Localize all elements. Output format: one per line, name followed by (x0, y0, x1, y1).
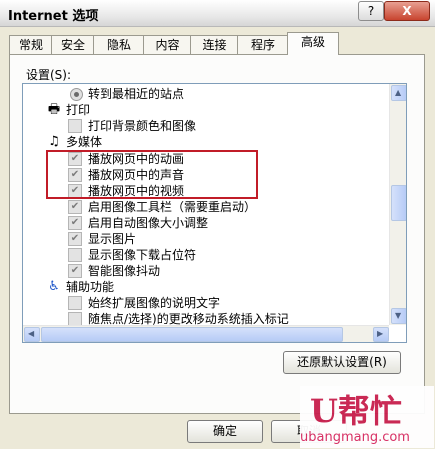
list-item-label: 启用自动图像大小调整 (88, 216, 209, 230)
chevron-up-icon: ▲ (395, 88, 402, 97)
checkbox-checked[interactable]: ✔ (68, 216, 82, 230)
radio-button[interactable] (70, 88, 83, 101)
close-button[interactable]: X (384, 1, 430, 21)
list-item-label: 打印背景颜色和图像 (88, 119, 197, 133)
chevron-left-icon: ◀ (28, 329, 35, 338)
chevron-right-icon: ▶ (377, 329, 384, 338)
horizontal-scrollbar[interactable]: ◀ ▶ (23, 325, 389, 342)
tab-privacy[interactable]: 隐私 (93, 35, 145, 54)
help-icon: ? (367, 4, 375, 18)
checkbox[interactable] (68, 296, 82, 310)
printer-icon: 🖶 (47, 102, 61, 117)
checkbox-checked[interactable]: ✔ (68, 264, 82, 278)
scroll-right-button[interactable]: ▶ (373, 327, 389, 342)
title-bar: Internet 选项 ? X (0, 0, 435, 27)
settings-list[interactable]: 转到最相近的站点 🖶 打印 打印背景颜色和图像 ♫ 多媒体 ✔ 播放网页中的动画… (22, 83, 407, 343)
advanced-panel: 设置(S): 转到最相近的站点 🖶 打印 打印背景颜色和图像 ♫ 多媒体 ✔ 播… (9, 54, 425, 414)
tab-content[interactable]: 内容 (143, 35, 192, 54)
settings-label: 设置(S): (26, 68, 72, 82)
tab-programs[interactable]: 程序 (237, 35, 289, 54)
list-category-label: 打印 (66, 103, 91, 117)
scroll-up-button[interactable]: ▲ (391, 85, 406, 101)
list-item-label: 显示图片 (88, 232, 137, 246)
window-title: Internet 选项 (8, 9, 99, 24)
list-item-label: 启用图像工具栏（需要重启动） (88, 200, 257, 214)
checkbox-checked[interactable]: ✔ (68, 184, 82, 198)
checkbox[interactable] (68, 312, 82, 326)
checkbox-checked[interactable]: ✔ (68, 232, 82, 246)
list-category-label: 多媒体 (66, 135, 103, 149)
tab-connections[interactable]: 连接 (190, 35, 239, 54)
help-button[interactable]: ? (358, 1, 384, 21)
list-item-label: 播放网页中的动画 (88, 152, 185, 166)
list-item-label: 转到最相近的站点 (88, 87, 185, 101)
list-item-label: 显示图像下载占位符 (88, 248, 197, 262)
accessibility-icon: ♿ (48, 279, 60, 294)
vertical-scrollbar[interactable]: ▲ ▼ (389, 84, 406, 325)
ok-button[interactable]: 确定 (187, 420, 263, 443)
watermark-url: ubangmang.com (300, 430, 410, 445)
restore-defaults-button[interactable]: 还原默认设置(R) (283, 351, 401, 374)
checkbox[interactable] (68, 119, 82, 133)
list-category-label: 辅助功能 (66, 280, 115, 294)
list-item-label: 播放网页中的视频 (88, 184, 185, 198)
tab-general[interactable]: 常规 (9, 35, 53, 54)
checkbox-checked[interactable]: ✔ (68, 152, 82, 166)
scroll-left-button[interactable]: ◀ (24, 327, 40, 342)
checkbox[interactable] (68, 248, 82, 262)
scroll-thumb-horizontal[interactable] (41, 327, 343, 342)
checkbox-checked[interactable]: ✔ (68, 200, 82, 214)
watermark: U帮忙 ubangmang.com (300, 386, 434, 448)
checkbox-checked[interactable]: ✔ (68, 168, 82, 182)
list-item-label: 智能图像抖动 (88, 264, 161, 278)
watermark-logo: U帮忙 (310, 392, 402, 430)
close-icon: X (402, 4, 412, 18)
tab-security[interactable]: 安全 (51, 35, 95, 54)
list-item-label: 播放网页中的声音 (88, 168, 185, 182)
list-item-label: 始终扩展图像的说明文字 (88, 296, 221, 310)
chevron-down-icon: ▼ (395, 311, 402, 320)
scroll-thumb[interactable] (391, 185, 406, 221)
scroll-down-button[interactable]: ▼ (391, 308, 406, 324)
multimedia-icon: ♫ (48, 134, 60, 149)
tab-advanced[interactable]: 高级 (287, 32, 339, 55)
